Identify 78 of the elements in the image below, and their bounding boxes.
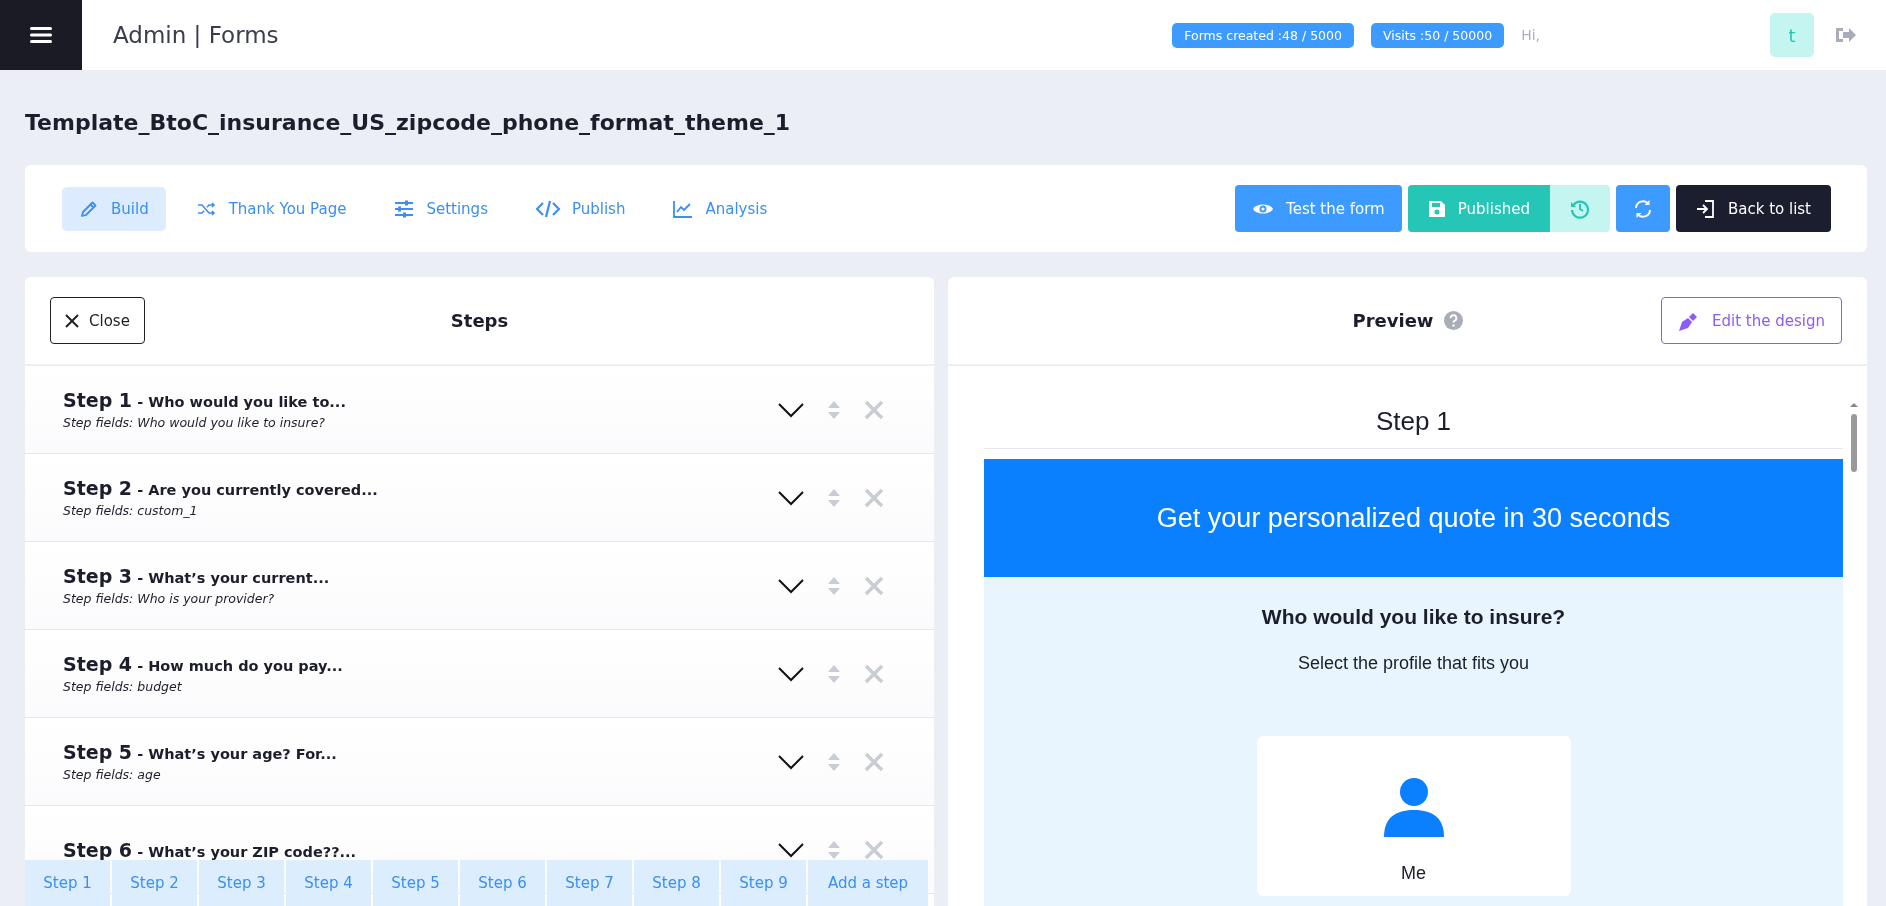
back-to-list-button[interactable]: Back to list [1675, 185, 1831, 232]
profile-option[interactable]: Me [1256, 736, 1571, 896]
question-subtitle: Select the profile that fits you [1297, 653, 1530, 674]
step-heading: Step 1 [984, 402, 1843, 449]
sliders-icon [394, 199, 415, 218]
usage-badge: Forms created :48 / 5000 [1172, 22, 1354, 48]
person-icon [1383, 777, 1444, 837]
step-nav-button[interactable]: Step 6 [460, 860, 545, 906]
refresh-button[interactable] [1615, 185, 1670, 232]
step-fields-text: Step fields: budget [63, 679, 183, 694]
panel-title: Preview [1352, 310, 1434, 331]
sort-icon[interactable] [828, 400, 840, 419]
edit-design-button[interactable]: Edit the design [1661, 297, 1842, 344]
step-title: Step 1 - Who would you like to... [63, 389, 347, 411]
sort-icon[interactable] [828, 752, 840, 771]
question-text: Who would you like to insure? [1261, 605, 1566, 629]
chevron-down-icon[interactable] [778, 753, 804, 770]
sort-icon[interactable] [828, 488, 840, 507]
close-button[interactable]: Close [50, 297, 145, 344]
step-nav-button[interactable]: Step 7 [547, 860, 632, 906]
close-icon [65, 313, 79, 328]
app-title: Admin | Forms [113, 22, 279, 48]
help-icon[interactable] [1443, 311, 1463, 330]
tab[interactable]: Publish [518, 186, 643, 231]
step-fields-text: Step fields: Who is your provider? [63, 591, 276, 606]
sign-in-icon [1695, 198, 1716, 219]
tab[interactable]: Thank You Page [179, 186, 364, 231]
sort-icon[interactable] [828, 840, 840, 859]
step-nav-button[interactable]: Step 5 [373, 860, 458, 906]
delete-icon[interactable] [864, 663, 884, 684]
step-nav-button[interactable]: Step 4 [286, 860, 371, 906]
step-fields-text: Step fields: age [63, 767, 162, 782]
delete-icon[interactable] [864, 575, 884, 596]
panel-title: Steps [450, 310, 509, 331]
step-fields-text: Step fields: custom_1 [63, 503, 199, 518]
menu-icon [30, 26, 52, 44]
chevron-down-icon[interactable] [778, 577, 804, 594]
step-title: Step 2 - Are you currently covered... [63, 477, 379, 499]
delete-icon[interactable] [864, 487, 884, 508]
banner-text: Get your personalized quote in 30 seconds [1156, 502, 1671, 534]
history-icon [1569, 198, 1590, 219]
page-title: Template_BtoC_insurance_US_zipcode_phone_format_theme_1 [25, 110, 792, 135]
step-title: Step 6 - What’s your ZIP code??... [63, 838, 358, 861]
add-step-button[interactable]: Add a step [808, 860, 928, 906]
code-icon [535, 199, 560, 218]
chevron-down-icon[interactable] [778, 841, 804, 858]
step-nav-button[interactable]: Step 8 [634, 860, 719, 906]
chevron-down-icon[interactable] [778, 489, 804, 506]
sort-icon[interactable] [828, 576, 840, 595]
step-title: Step 5 - What’s your age? For... [63, 741, 338, 763]
test-form-button[interactable]: Test the form [1235, 185, 1402, 232]
history-button[interactable] [1549, 185, 1610, 232]
step-title: Step 4 - How much do you pay... [63, 653, 344, 675]
step-nav-button[interactable]: Step 3 [199, 860, 284, 906]
step-nav-button[interactable]: Step 9 [721, 860, 806, 906]
step-title: Step 3 - What’s your current... [63, 565, 331, 587]
delete-icon[interactable] [864, 751, 884, 772]
menu-button[interactable] [0, 0, 82, 70]
delete-icon[interactable] [864, 839, 884, 860]
step-nav-button[interactable]: Step 2 [112, 860, 197, 906]
tab[interactable]: Analysis [656, 186, 785, 231]
greeting-text: Hi, [1521, 27, 1540, 43]
step-fields-text: Step fields: Who would you like to insure? [63, 415, 326, 430]
sort-icon[interactable] [828, 664, 840, 683]
chart-icon [673, 199, 694, 218]
chevron-down-icon[interactable] [778, 665, 804, 682]
usage-badge: Visits :50 / 50000 [1370, 22, 1505, 48]
step-nav-button[interactable]: Step 1 [25, 860, 110, 906]
chevron-down-icon[interactable] [778, 401, 804, 418]
tab[interactable]: Build [62, 186, 166, 231]
save-icon [1427, 199, 1446, 218]
shuffle-icon [196, 200, 217, 217]
user-avatar[interactable]: t [1770, 13, 1814, 57]
refresh-icon [1632, 198, 1653, 219]
published-button[interactable]: Published [1407, 185, 1550, 232]
tab[interactable]: Settings [377, 186, 505, 231]
logout-icon[interactable] [1834, 25, 1856, 45]
delete-icon[interactable] [864, 399, 884, 420]
